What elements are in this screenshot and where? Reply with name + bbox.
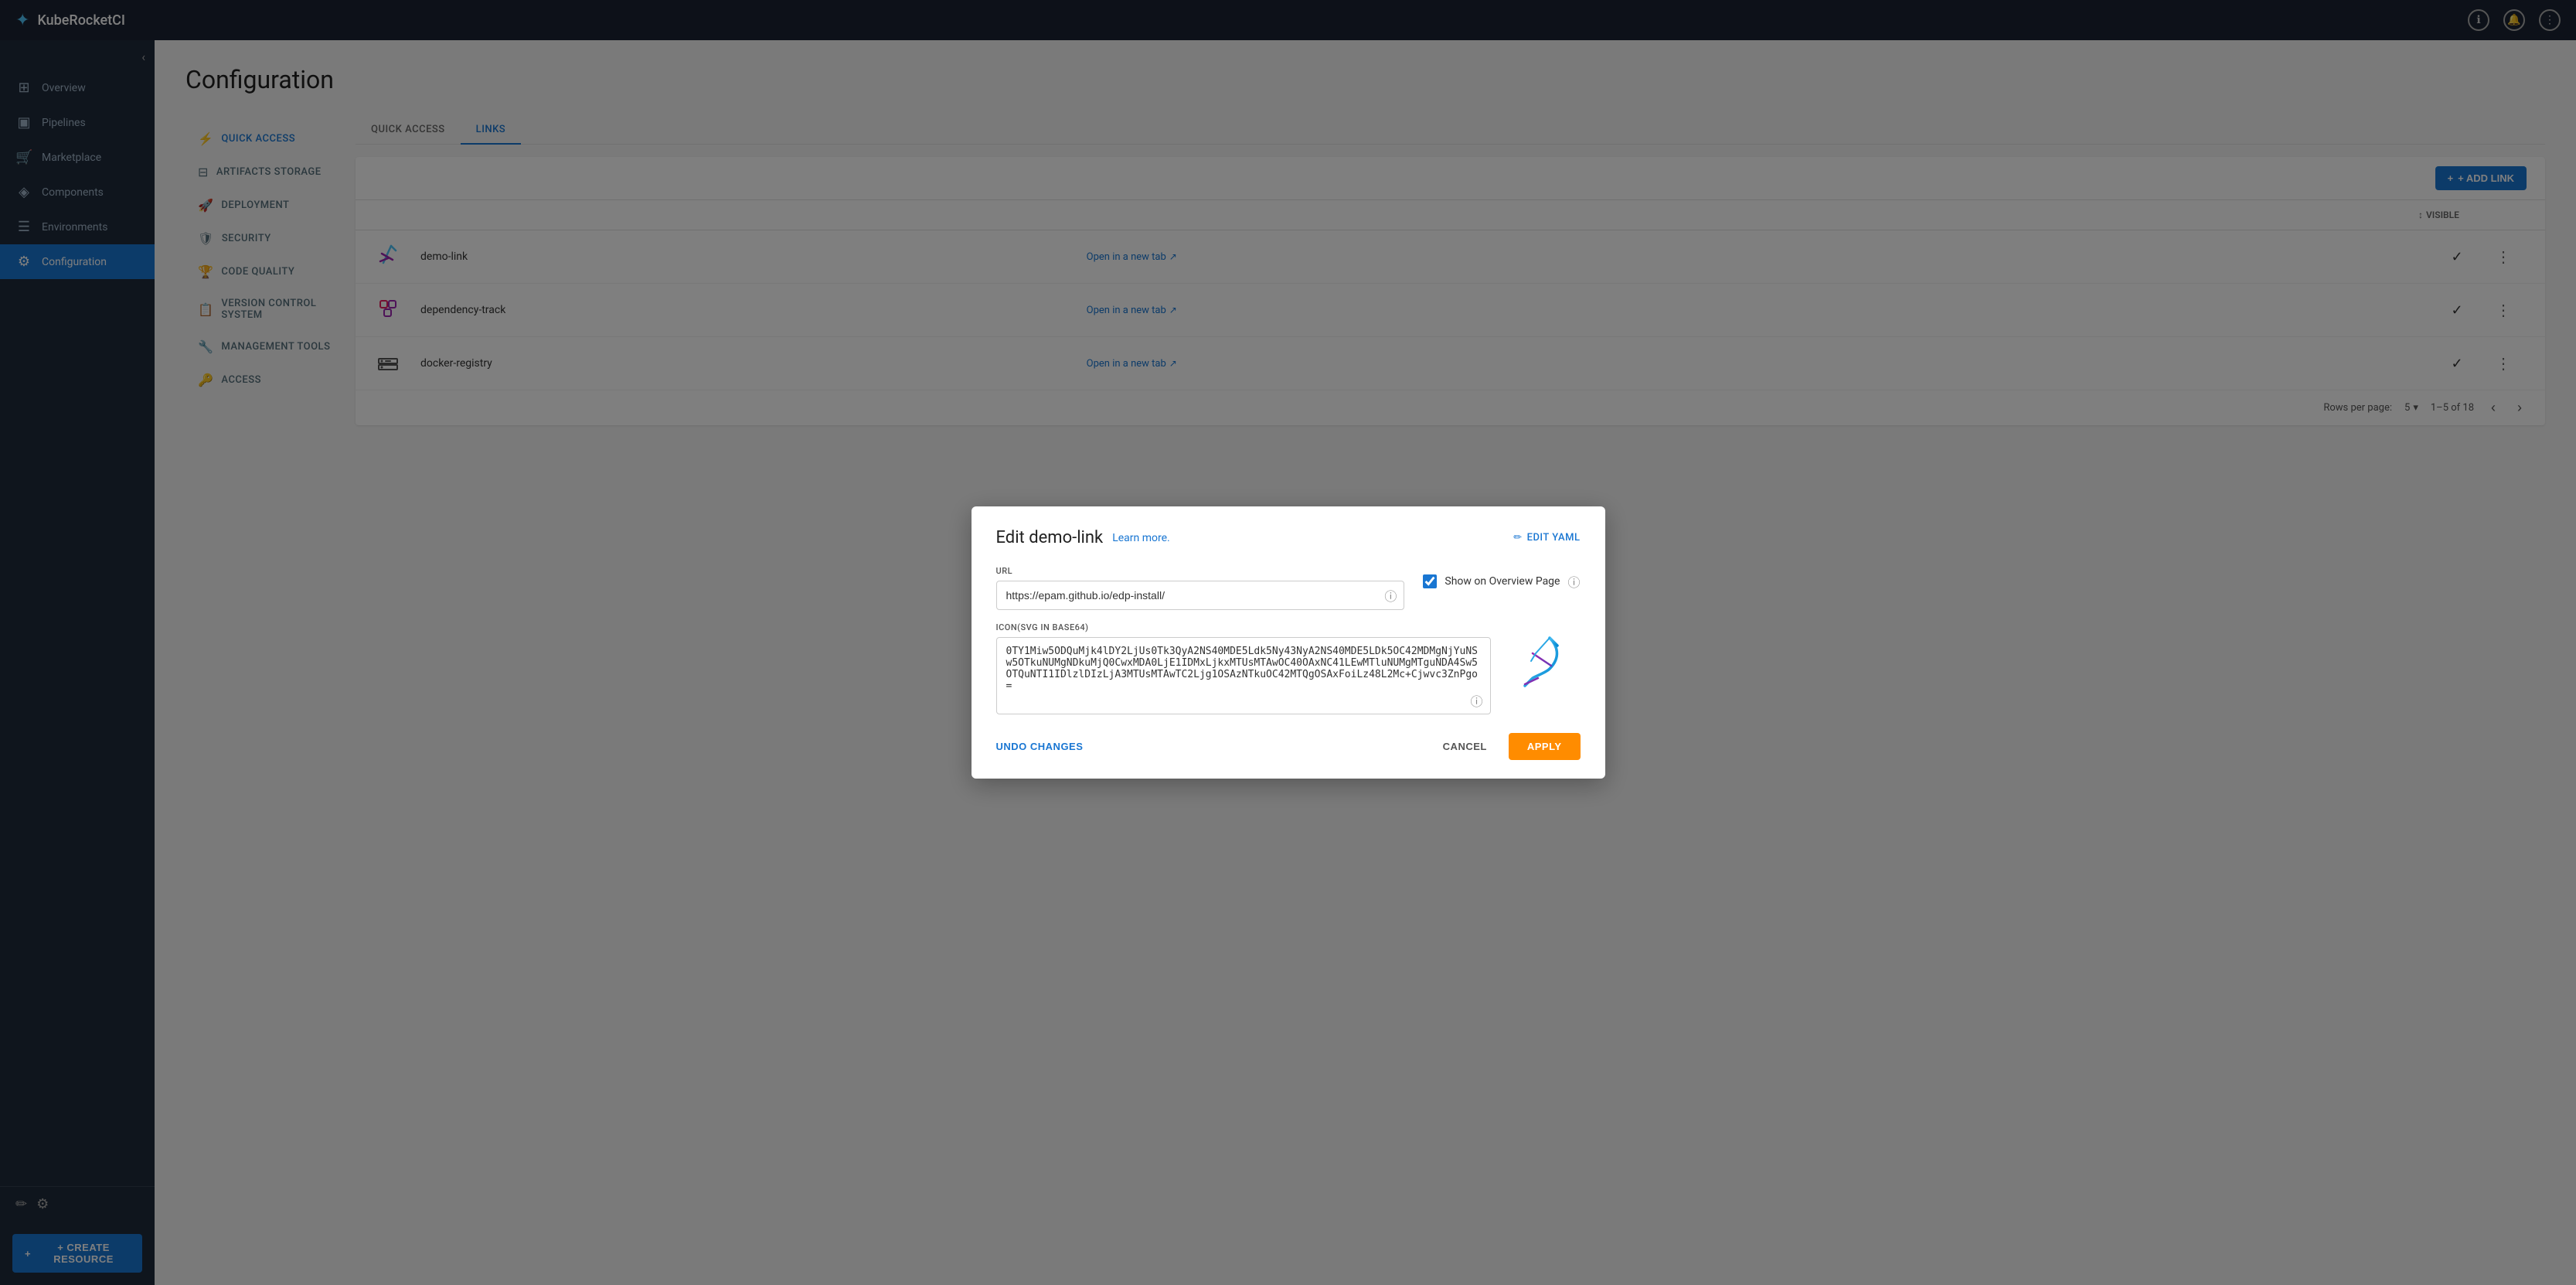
modal-textarea-area: Icon(svg in base64) 0TY1Miw5ODQuMjk4lDY2… xyxy=(996,622,1581,717)
show-overview-checkbox[interactable] xyxy=(1423,574,1437,588)
icon-info-icon: ⓘ xyxy=(1470,691,1482,710)
url-field-label: URL xyxy=(996,566,1405,576)
url-input[interactable] xyxy=(996,581,1405,610)
modal-header: Edit demo-link Learn more. ✏ EDIT YAML xyxy=(996,528,1581,547)
modal-url-row: URL ⓘ Show on Overview Page ⓘ xyxy=(996,566,1581,610)
cancel-button[interactable]: CANCEL xyxy=(1431,735,1499,758)
icon-field-label: Icon(svg in base64) xyxy=(996,622,1491,632)
apply-button[interactable]: APPLY xyxy=(1509,733,1581,760)
icon-field: Icon(svg in base64) 0TY1Miw5ODQuMjk4lDY2… xyxy=(996,622,1491,717)
modal-title-text: Edit demo-link xyxy=(996,528,1104,547)
show-overview-area: Show on Overview Page ⓘ xyxy=(1423,566,1580,591)
learn-more-link[interactable]: Learn more. xyxy=(1112,532,1170,544)
modal-title-area: Edit demo-link Learn more. xyxy=(996,528,1170,547)
show-overview-label: Show on Overview Page xyxy=(1445,575,1560,588)
undo-changes-button[interactable]: UNDO CHANGES xyxy=(996,741,1084,752)
edit-link-modal: Edit demo-link Learn more. ✏ EDIT YAML U… xyxy=(972,506,1605,779)
url-field: URL ⓘ xyxy=(996,566,1405,610)
preview-feather-svg xyxy=(1511,630,1573,692)
url-info-icon: ⓘ xyxy=(1384,586,1397,605)
modal-footer: UNDO CHANGES CANCEL APPLY xyxy=(996,733,1581,760)
pencil-icon: ✏ xyxy=(1513,532,1522,544)
icon-preview xyxy=(1503,622,1581,700)
edit-yaml-button[interactable]: ✏ EDIT YAML xyxy=(1513,532,1580,544)
modal-actions: CANCEL APPLY xyxy=(1431,733,1581,760)
modal-overlay: Edit demo-link Learn more. ✏ EDIT YAML U… xyxy=(0,0,2576,1285)
show-overview-info-icon: ⓘ xyxy=(1567,572,1580,591)
icon-textarea[interactable]: 0TY1Miw5ODQuMjk4lDY2LjUs0Tk3QyA2NS40MDE5… xyxy=(996,637,1491,714)
edit-yaml-label: EDIT YAML xyxy=(1527,532,1581,544)
